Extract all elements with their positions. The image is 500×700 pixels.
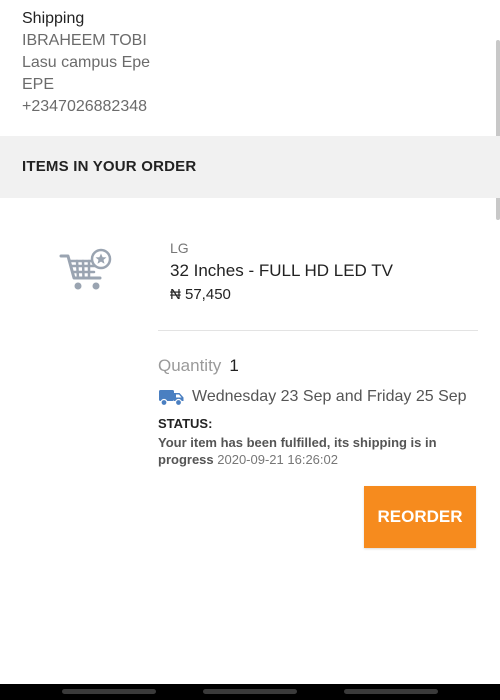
shopping-cart-star-icon (58, 246, 114, 296)
status-timestamp: 2020-09-21 16:26:02 (217, 452, 338, 467)
product-price: ₦ 57,450 (170, 286, 231, 303)
phone-number: +2347026882348 (22, 98, 148, 115)
shipping-title: Shipping (22, 10, 85, 27)
nav-recents-handle[interactable] (344, 689, 438, 694)
address-line-1: Lasu campus Epe (22, 54, 151, 71)
customer-name: IBRAHEEM TOBI (22, 32, 147, 49)
delivery-truck-icon (158, 387, 185, 407)
address-line-2: EPE (22, 76, 55, 93)
status-label: STATUS: (158, 416, 213, 431)
product-name[interactable]: 32 Inches - FULL HD LED TV (170, 261, 393, 281)
delivery-estimate: Wednesday 23 Sep and Friday 25 Sep (158, 387, 488, 409)
reorder-button[interactable]: REORDER (364, 486, 476, 548)
quantity-row: Quantity 1 (158, 356, 239, 376)
nav-back-handle[interactable] (62, 689, 156, 694)
system-navigation-bar (0, 684, 500, 700)
divider (158, 330, 478, 331)
items-section-header: ITEMS IN YOUR ORDER (0, 136, 500, 198)
product-brand: LG (170, 240, 189, 256)
status-message-block: Your item has been fulfilled, its shippi… (158, 434, 458, 468)
section-title: ITEMS IN YOUR ORDER (22, 158, 197, 175)
quantity-label: Quantity (158, 356, 222, 375)
delivery-window: Wednesday 23 Sep and Friday 25 Sep (192, 388, 467, 405)
nav-home-handle[interactable] (203, 689, 297, 694)
shipping-address: Shipping IBRAHEEM TOBI Lasu campus Epe E… (22, 8, 482, 118)
quantity-value: 1 (229, 356, 239, 375)
